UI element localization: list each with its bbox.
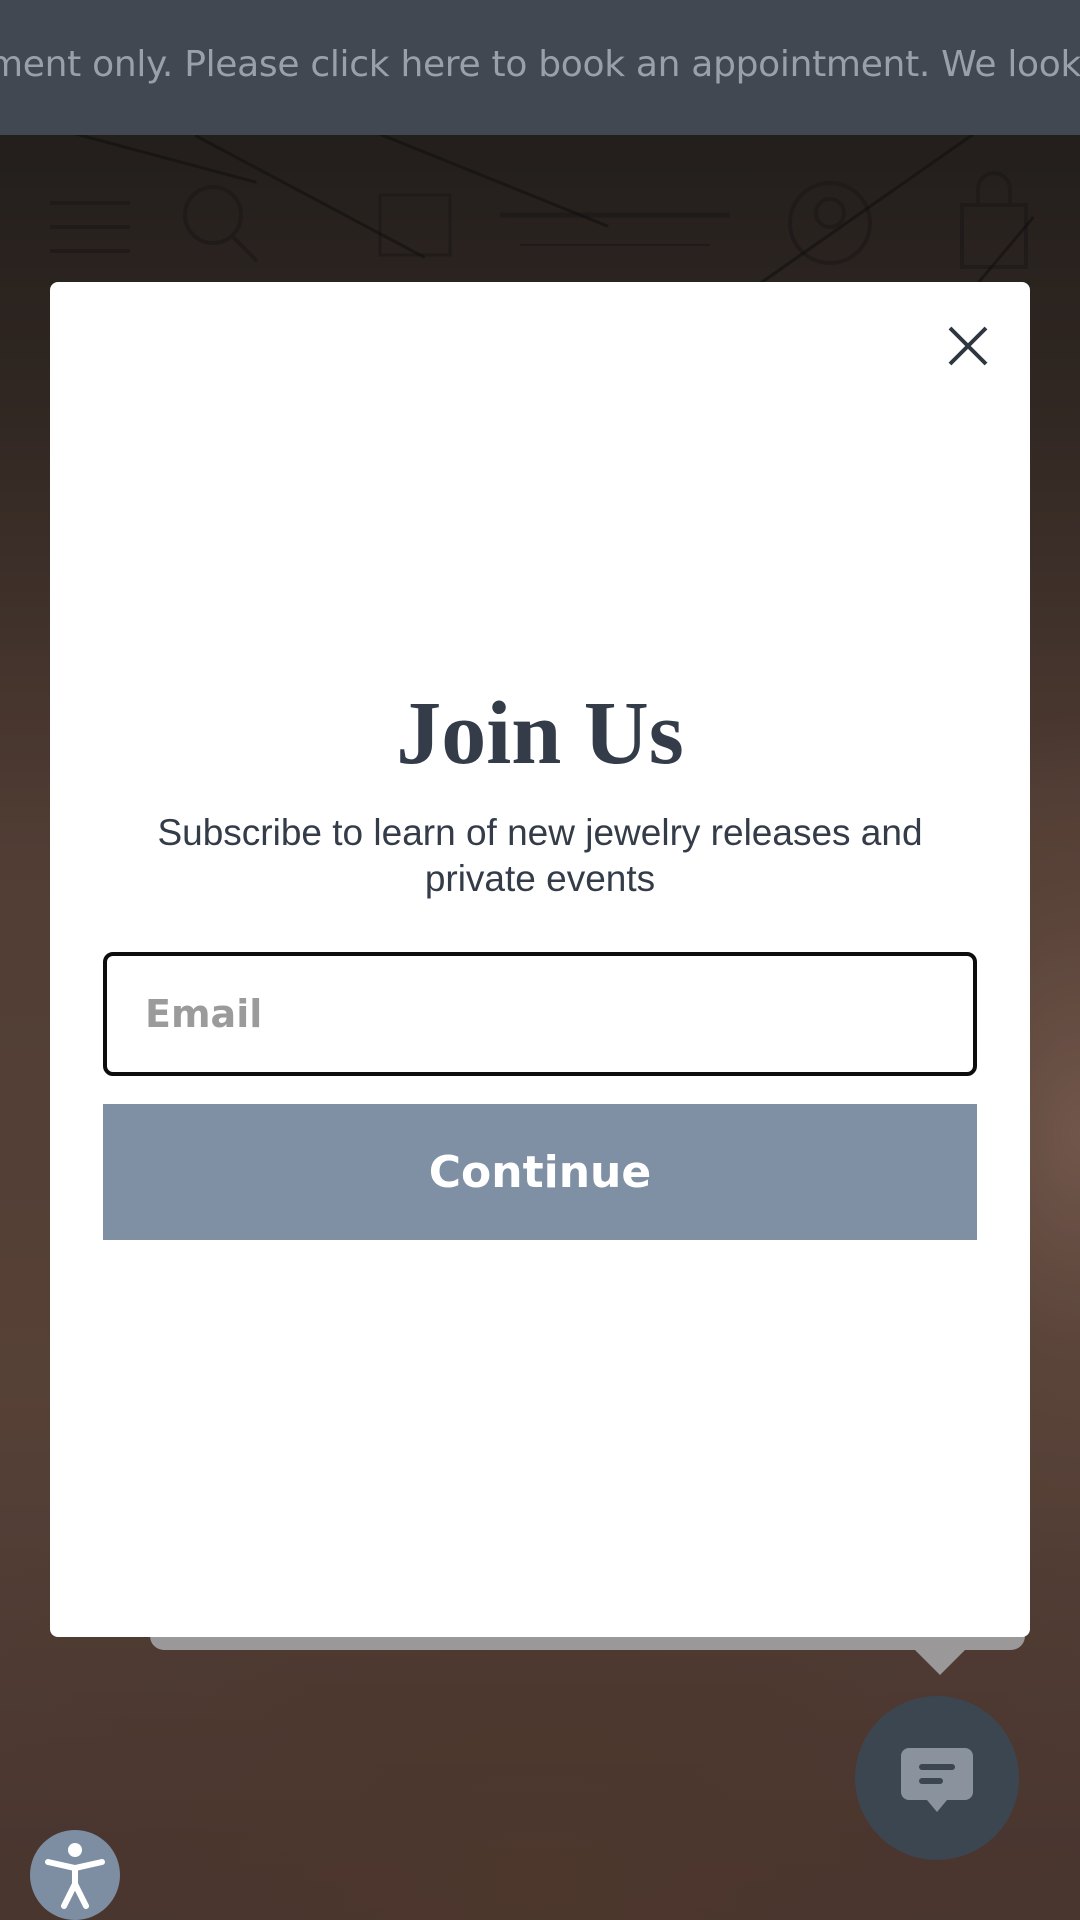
close-icon[interactable]	[944, 322, 992, 370]
accessibility-button[interactable]	[30, 1830, 120, 1920]
signup-modal: Join Us Subscribe to learn of new jewelr…	[50, 282, 1030, 1637]
announcement-bar[interactable]: ment only. Please click here to book an …	[0, 0, 1080, 135]
modal-subtitle: Subscribe to learn of new jewelry releas…	[157, 812, 923, 899]
chat-launcher-button[interactable]	[855, 1696, 1019, 1860]
chat-bubble-icon	[901, 1748, 973, 1812]
continue-button[interactable]: Continue	[103, 1104, 977, 1240]
modal-title: Join Us	[396, 684, 684, 783]
announcement-text[interactable]: ment only. Please click here to book an …	[0, 44, 1080, 85]
chat-greeting-pointer	[910, 1645, 970, 1675]
email-field[interactable]	[103, 952, 977, 1076]
accessibility-icon	[45, 1843, 105, 1909]
